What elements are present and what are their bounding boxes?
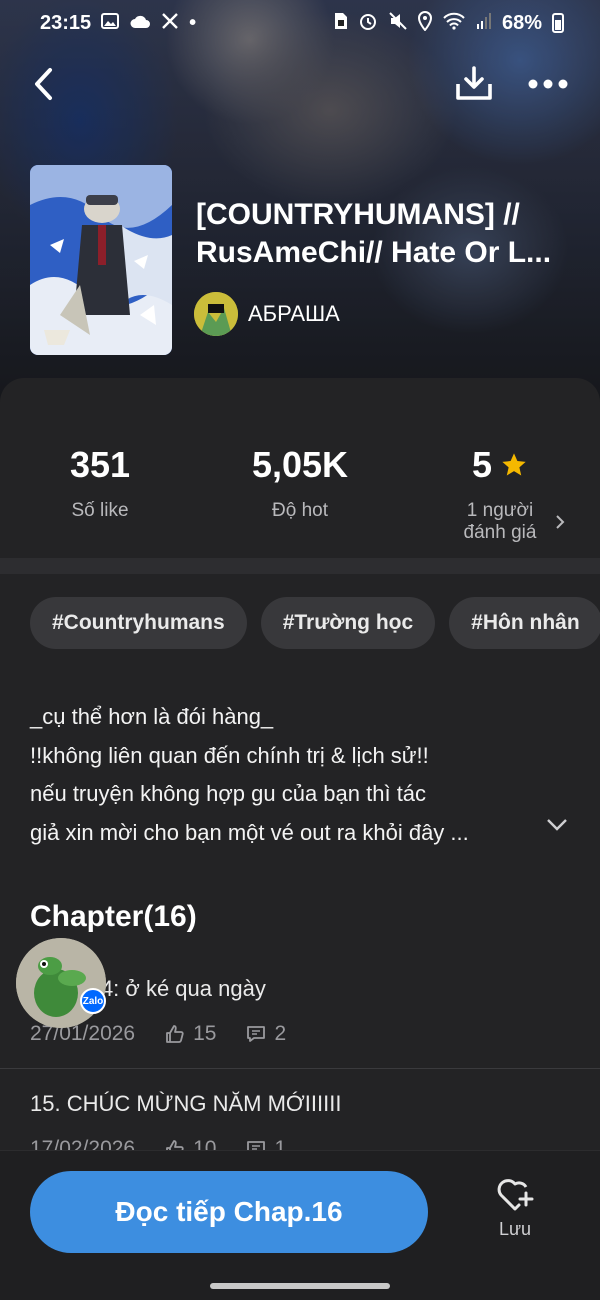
expand-description-button[interactable] <box>546 818 568 837</box>
status-dot: • <box>189 11 197 34</box>
more-options-button[interactable] <box>524 62 572 106</box>
book-title-line2: RusAmeChi// Hate Or L... <box>196 236 552 269</box>
cloud-icon <box>129 13 151 34</box>
chapter-likes: 15 <box>193 1022 217 1045</box>
rating-stat[interactable]: 5 1 người đánh giá <box>400 444 600 544</box>
heart-plus-icon <box>497 1179 534 1211</box>
back-button[interactable] <box>26 62 62 106</box>
description-line: nếu truyện không hợp gu của bạn thì tác <box>30 781 427 806</box>
description-line: giả xin mời cho bạn một vé out ra khỏi đ… <box>30 819 469 845</box>
likes-label: Số like <box>71 500 129 521</box>
save-label: Lưu <box>498 1219 532 1239</box>
save-button[interactable]: Lưu <box>474 1177 556 1253</box>
description-line: _cụ thể hơn là đói hàng_ <box>30 704 274 729</box>
author-link[interactable]: АБРАША <box>194 292 340 336</box>
hot-stat: 5,05K Độ hot <box>200 444 400 522</box>
hot-value: 5,05K <box>251 444 349 485</box>
continue-reading-button[interactable]: Đọc tiếp Chap.16 <box>30 1171 428 1253</box>
tag-list: #Countryhumans #Trường học #Hôn nhân <box>30 597 600 649</box>
download-icon <box>456 66 492 100</box>
rating-value: 5 <box>471 444 493 485</box>
book-title-line1: [COUNTRYHUMANS] // <box>196 198 520 231</box>
wifi-icon <box>442 12 466 35</box>
star-icon <box>502 453 526 476</box>
tag-chip[interactable]: #Trường học <box>260 597 436 649</box>
location-icon <box>417 10 432 36</box>
zalo-badge: Zalo <box>80 988 106 1014</box>
bottom-action-bar: Đọc tiếp Chap.16 Lưu <box>0 1150 600 1300</box>
status-time: 23:15 <box>40 11 92 34</box>
book-cover[interactable] <box>30 165 172 355</box>
stats-row: 351 Số like 5,05K Độ hot 5 1 người đánh … <box>0 378 600 558</box>
rating-count-label-2: đánh giá <box>463 522 537 543</box>
chevron-down-icon <box>547 819 567 831</box>
tag-chip[interactable]: #Hôn nhân <box>449 597 600 649</box>
zalo-chat-bubble[interactable]: Zalo <box>16 938 106 1028</box>
top-nav <box>0 58 600 110</box>
mute-icon <box>388 11 408 36</box>
tag-chip[interactable]: #Countryhumans <box>30 597 247 649</box>
chapter-comments: 2 <box>274 1022 287 1045</box>
download-button[interactable] <box>452 62 496 106</box>
chapter-heading: Chapter(16) <box>30 900 197 933</box>
more-dots-icon <box>528 79 568 89</box>
author-avatar <box>194 292 238 336</box>
gallery-icon <box>101 12 120 35</box>
thumbs-up-icon <box>166 1025 184 1043</box>
signal-icon <box>476 12 492 35</box>
frog-avatar-icon <box>16 938 106 1028</box>
section-divider <box>0 558 600 574</box>
x-logo-icon <box>161 12 179 35</box>
book-title: [COUNTRYHUMANS] // RusAmeChi// Hate Or L… <box>196 196 576 272</box>
description-line: !!không liên quan đến chính trị & lịch s… <box>30 742 429 768</box>
description: _cụ thể hơn là đói hàng_ !!không liên qu… <box>30 698 575 852</box>
chapter-title: 15. CHÚC MỪNG NĂM MỚIIIIII <box>30 1091 342 1116</box>
sim-icon <box>334 12 348 35</box>
home-indicator[interactable] <box>210 1283 390 1289</box>
hot-label: Độ hot <box>272 500 328 521</box>
status-bar: 23:15 • 68% <box>0 0 600 46</box>
likes-value: 351 <box>69 444 131 485</box>
back-arrow-icon <box>35 68 52 100</box>
author-name: АБРАША <box>248 301 340 326</box>
rating-count-label: 1 người <box>466 500 534 521</box>
battery-icon <box>552 13 564 33</box>
likes-stat: 351 Số like <box>0 444 200 522</box>
battery-percent: 68% <box>501 11 542 34</box>
row-divider <box>0 1068 600 1069</box>
alarm-icon <box>358 11 378 36</box>
chevron-right-icon <box>556 515 565 529</box>
comment-icon <box>247 1026 266 1042</box>
